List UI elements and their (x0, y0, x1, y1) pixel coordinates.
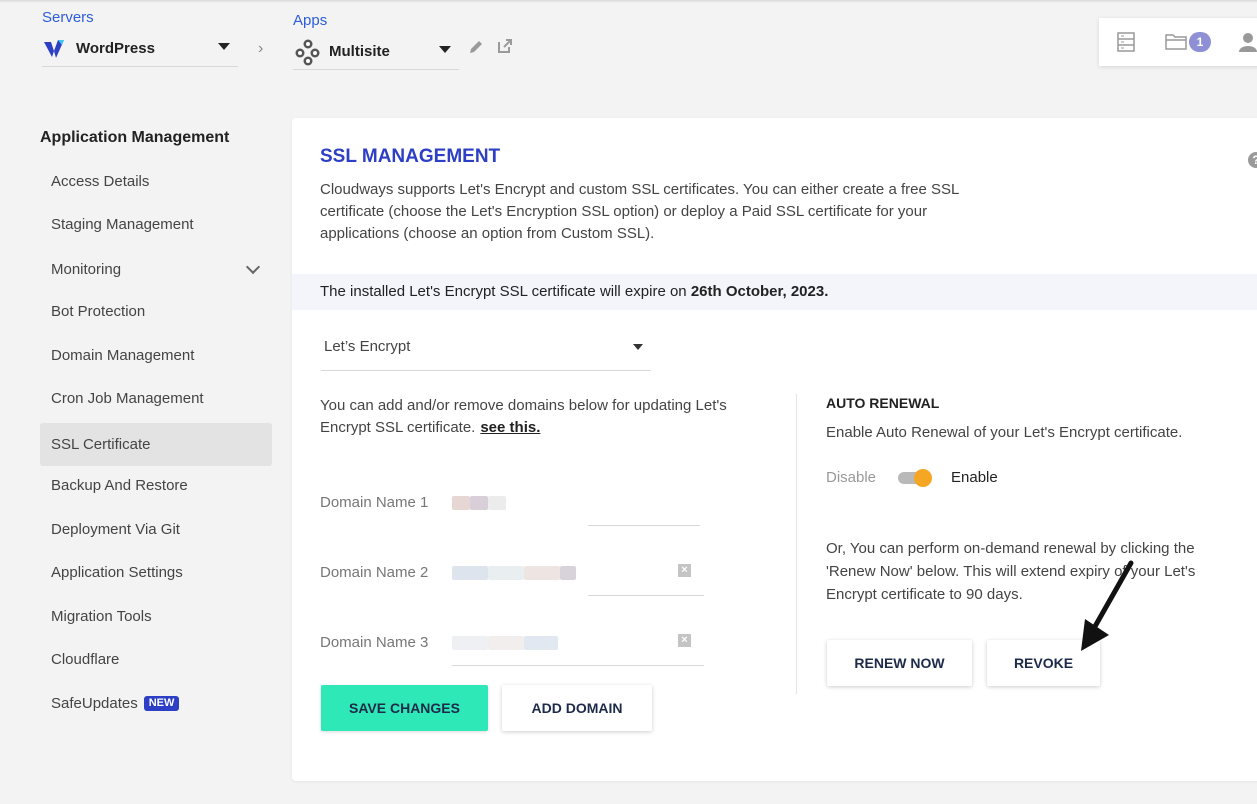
auto-renewal-toggle[interactable] (898, 469, 932, 487)
chevron-down-icon[interactable] (245, 259, 261, 275)
sidebar-item-label: SafeUpdates (51, 695, 138, 712)
sidebar-title: Application Management (40, 129, 230, 146)
expiry-notice-text: The installed Let's Encrypt SSL certific… (320, 283, 691, 300)
auto-renewal-description: Enable Auto Renewal of your Let's Encryp… (826, 424, 1183, 441)
redacted-text (560, 566, 576, 580)
sidebar-item-cloudflare[interactable]: Cloudflare (40, 638, 272, 681)
wordpress-multisite-icon (295, 39, 320, 65)
user-icon[interactable] (1239, 32, 1257, 52)
sidebar-item-deployment-via-git[interactable]: Deployment Via Git (40, 508, 272, 551)
domain-input-underline (452, 665, 704, 666)
domain-label: Domain Name 3 (320, 634, 429, 651)
domain-row: Domain Name 2 × (320, 556, 705, 596)
redacted-text (488, 496, 506, 510)
sidebar-item-access-details[interactable]: Access Details (40, 160, 272, 203)
sidebar-item-cron-job-management[interactable]: Cron Job Management (40, 377, 272, 420)
domains-help-text: You can add and/or remove domains below … (320, 395, 740, 439)
domain-input[interactable] (452, 556, 576, 590)
toggle-disable-label: Disable (826, 469, 877, 486)
redacted-text (488, 636, 524, 650)
sidebar-item-application-settings[interactable]: Application Settings (40, 551, 272, 594)
chevron-down-icon[interactable] (218, 43, 230, 50)
apps-label: Apps (293, 12, 328, 29)
server-list-icon[interactable] (1117, 32, 1135, 52)
ssl-type-select[interactable]: Let’s Encrypt (321, 329, 651, 371)
app-name: Multisite (329, 43, 390, 60)
redacted-text (452, 566, 488, 580)
sidebar-item-safeupdates[interactable]: SafeUpdates NEW (40, 682, 272, 725)
top-toolbar: 1 (1099, 18, 1257, 66)
page-title: SSL MANAGEMENT (320, 146, 501, 167)
sidebar-item-label: Monitoring (51, 261, 122, 278)
close-icon[interactable]: × (678, 634, 691, 647)
server-switcher[interactable]: WordPress (42, 31, 238, 67)
sidebar-item-monitoring[interactable]: Monitoring (40, 248, 272, 291)
expiry-notice: The installed Let's Encrypt SSL certific… (292, 274, 1257, 310)
renew-now-button[interactable]: RENEW NOW (827, 640, 972, 686)
save-changes-button[interactable]: SAVE CHANGES (321, 685, 488, 731)
app-switcher[interactable]: Multisite (293, 34, 459, 70)
redacted-text (452, 496, 470, 510)
redacted-text (524, 566, 560, 580)
redacted-text (524, 636, 558, 650)
redacted-text (488, 566, 524, 580)
auto-renewal-title: AUTO RENEWAL (826, 395, 940, 411)
sidebar-item-domain-management[interactable]: Domain Management (40, 334, 272, 377)
chevron-down-icon[interactable] (439, 46, 451, 53)
toggle-knob (914, 469, 932, 487)
divider (796, 394, 797, 694)
ondemand-renewal-text: Or, You can perform on-demand renewal by… (826, 540, 1196, 603)
ssl-description: Cloudways supports Let's Encrypt and cus… (320, 181, 959, 242)
domain-row: Domain Name 3 × (320, 626, 705, 666)
domain-input[interactable] (452, 486, 572, 520)
see-this-link[interactable]: see this. (480, 419, 540, 436)
domain-input-underline (588, 595, 704, 596)
top-edge (0, 0, 1257, 3)
redacted-text (452, 636, 488, 650)
sidebar-item-ssl-certificate[interactable]: SSL Certificate (40, 423, 272, 466)
domain-label: Domain Name 2 (320, 564, 429, 581)
redacted-text (470, 496, 488, 510)
sidebar-item-staging-management[interactable]: Staging Management (40, 203, 272, 246)
cloudways-logo-icon (44, 39, 64, 58)
help-icon[interactable]: ? (1248, 152, 1257, 168)
sidebar-item-bot-protection[interactable]: Bot Protection (40, 290, 272, 333)
folder-icon[interactable] (1165, 32, 1187, 50)
domain-label: Domain Name 1 (320, 494, 429, 511)
chevron-down-icon[interactable] (633, 344, 643, 350)
expiry-date: 26th October, 2023. (690, 283, 829, 300)
external-link-icon[interactable] (496, 37, 514, 60)
toggle-enable-label: Enable (951, 469, 998, 486)
ssl-management-card: SSL MANAGEMENT ? Cloudways supports Let'… (292, 118, 1257, 781)
sidebar-item-migration-tools[interactable]: Migration Tools (40, 595, 272, 638)
domain-row: Domain Name 1 (320, 486, 705, 526)
domain-input-underline (588, 525, 700, 526)
domain-input[interactable] (452, 626, 572, 660)
close-icon[interactable]: × (678, 564, 691, 577)
chevron-right-icon: › (258, 40, 264, 57)
server-name: WordPress (76, 40, 155, 57)
new-badge: NEW (143, 696, 180, 711)
add-domain-button[interactable]: ADD DOMAIN (502, 685, 652, 731)
ssl-type-value: Let’s Encrypt (324, 338, 411, 355)
servers-label: Servers (42, 9, 94, 26)
annotation-arrow-icon (1081, 560, 1134, 651)
sidebar-item-backup-and-restore[interactable]: Backup And Restore (40, 464, 272, 507)
notification-badge: 1 (1189, 32, 1211, 52)
edit-pencil-icon[interactable] (468, 39, 484, 60)
